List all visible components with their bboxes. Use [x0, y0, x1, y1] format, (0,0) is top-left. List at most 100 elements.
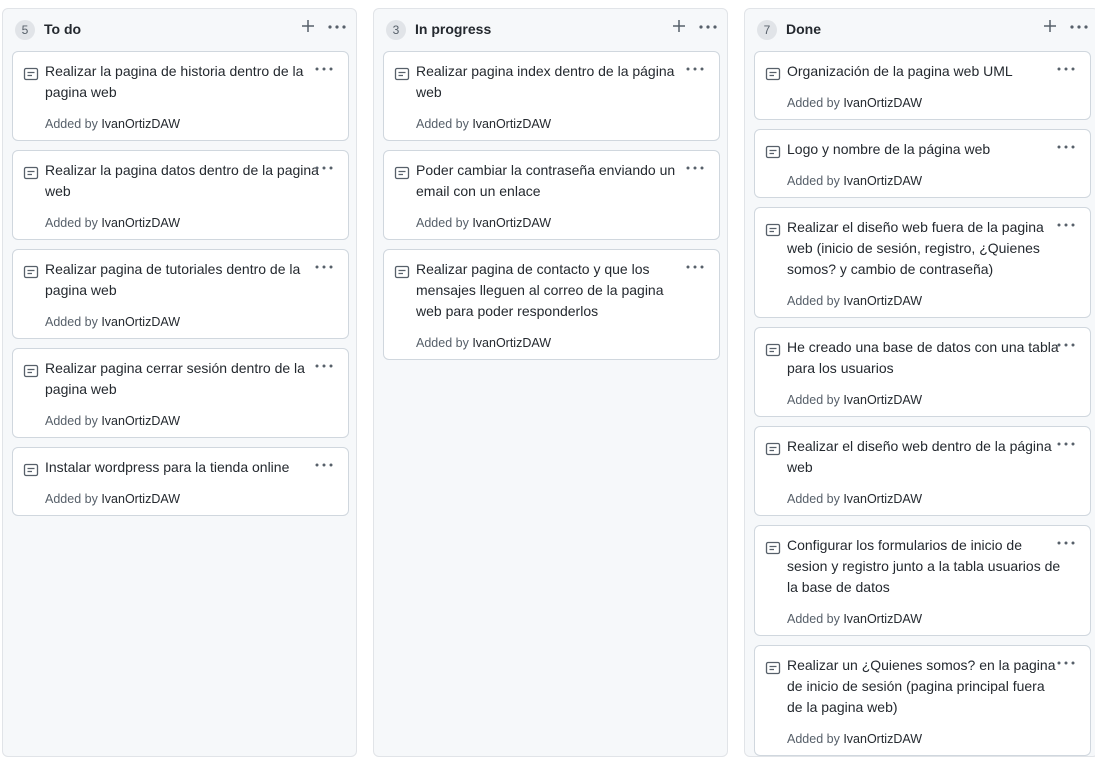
- user-link[interactable]: IvanOrtizDAW: [472, 336, 551, 350]
- added-by-text: Added by IvanOrtizDAW: [45, 414, 180, 428]
- note-icon: [394, 166, 410, 180]
- card[interactable]: Logo y nombre de la página web Added by …: [754, 129, 1091, 198]
- added-by-text: Added by IvanOrtizDAW: [416, 216, 551, 230]
- card-title: Realizar el diseño web fuera de la pagin…: [787, 219, 1044, 277]
- user-link[interactable]: IvanOrtizDAW: [843, 492, 922, 506]
- kebab-horizontal-icon[interactable]: [327, 20, 347, 34]
- card-count-badge: 7: [757, 20, 777, 40]
- card[interactable]: Realizar pagina de tutoriales dentro de …: [12, 249, 349, 339]
- card-count-badge: 3: [386, 20, 406, 40]
- card[interactable]: Realizar la pagina de historia dentro de…: [12, 51, 349, 141]
- added-by-label: Added by: [787, 612, 840, 626]
- card-title: Realizar pagina de tutoriales dentro de …: [45, 261, 301, 298]
- card[interactable]: Realizar pagina index dentro de la págin…: [383, 51, 720, 141]
- kebab-horizontal-icon[interactable]: [1056, 439, 1076, 449]
- kebab-horizontal-icon[interactable]: [1056, 538, 1076, 548]
- added-by-text: Added by IvanOrtizDAW: [416, 336, 551, 350]
- plus-icon[interactable]: [300, 18, 316, 34]
- card-title: Realizar pagina de contacto y que los me…: [416, 261, 664, 319]
- kebab-horizontal-icon[interactable]: [1056, 142, 1076, 152]
- kebab-horizontal-icon[interactable]: [698, 20, 718, 34]
- added-by-label: Added by: [45, 414, 98, 428]
- added-by-text: Added by IvanOrtizDAW: [45, 117, 180, 131]
- added-by-label: Added by: [787, 492, 840, 506]
- added-by-text: Added by IvanOrtizDAW: [787, 174, 922, 188]
- added-by-label: Added by: [787, 96, 840, 110]
- user-link[interactable]: IvanOrtizDAW: [843, 393, 922, 407]
- user-link[interactable]: IvanOrtizDAW: [843, 612, 922, 626]
- card-title: Realizar la pagina de historia dentro de…: [45, 63, 304, 100]
- note-icon: [394, 67, 410, 81]
- kebab-horizontal-icon[interactable]: [685, 64, 705, 74]
- note-icon: [765, 661, 781, 675]
- card[interactable]: Realizar la pagina datos dentro de la pa…: [12, 150, 349, 240]
- added-by-text: Added by IvanOrtizDAW: [787, 612, 922, 626]
- added-by-text: Added by IvanOrtizDAW: [787, 294, 922, 308]
- kebab-horizontal-icon[interactable]: [314, 163, 334, 173]
- card[interactable]: Configurar los formularios de inicio de …: [754, 525, 1091, 636]
- user-link[interactable]: IvanOrtizDAW: [101, 414, 180, 428]
- note-icon: [765, 343, 781, 357]
- user-link[interactable]: IvanOrtizDAW: [101, 492, 180, 506]
- plus-icon[interactable]: [671, 18, 687, 34]
- column-header: 5 To do: [3, 9, 356, 49]
- added-by-text: Added by IvanOrtizDAW: [787, 96, 922, 110]
- user-link[interactable]: IvanOrtizDAW: [472, 117, 551, 131]
- kebab-horizontal-icon[interactable]: [685, 163, 705, 173]
- kebab-horizontal-icon[interactable]: [1056, 64, 1076, 74]
- note-icon: [765, 145, 781, 159]
- kebab-horizontal-icon[interactable]: [314, 262, 334, 272]
- card[interactable]: Realizar el diseño web dentro de la pági…: [754, 426, 1091, 516]
- kebab-horizontal-icon[interactable]: [1069, 20, 1089, 34]
- user-link[interactable]: IvanOrtizDAW: [843, 174, 922, 188]
- kebab-horizontal-icon[interactable]: [1056, 658, 1076, 668]
- kebab-horizontal-icon[interactable]: [1056, 220, 1076, 230]
- user-link[interactable]: IvanOrtizDAW: [843, 732, 922, 746]
- plus-icon[interactable]: [1042, 18, 1058, 34]
- card[interactable]: Organización de la pagina web UML Added …: [754, 51, 1091, 120]
- added-by-text: Added by IvanOrtizDAW: [45, 492, 180, 506]
- card[interactable]: Realizar el diseño web fuera de la pagin…: [754, 207, 1091, 318]
- card-title: Configurar los formularios de inicio de …: [787, 537, 1061, 595]
- card-title: Poder cambiar la contraseña enviando un …: [416, 162, 676, 199]
- added-by-label: Added by: [787, 393, 840, 407]
- note-icon: [23, 166, 39, 180]
- added-by-label: Added by: [416, 216, 469, 230]
- card[interactable]: He creado una base de datos con una tabl…: [754, 327, 1091, 417]
- card[interactable]: Realizar pagina de contacto y que los me…: [383, 249, 720, 360]
- kebab-horizontal-icon[interactable]: [314, 64, 334, 74]
- note-icon: [765, 442, 781, 456]
- user-link[interactable]: IvanOrtizDAW: [843, 294, 922, 308]
- added-by-text: Added by IvanOrtizDAW: [416, 117, 551, 131]
- note-icon: [394, 265, 410, 279]
- card[interactable]: Instalar wordpress para la tienda online…: [12, 447, 349, 516]
- card-title: Realizar la pagina datos dentro de la pa…: [45, 162, 319, 199]
- added-by-text: Added by IvanOrtizDAW: [45, 216, 180, 230]
- column-title: To do: [44, 21, 82, 37]
- column-in-progress: 3 In progress Realizar pagina index dent…: [373, 8, 728, 757]
- column-todo: 5 To do Realizar la pagina de historia d…: [2, 8, 357, 757]
- added-by-label: Added by: [787, 174, 840, 188]
- kebab-horizontal-icon[interactable]: [1056, 340, 1076, 350]
- user-link[interactable]: IvanOrtizDAW: [101, 117, 180, 131]
- user-link[interactable]: IvanOrtizDAW: [101, 315, 180, 329]
- added-by-text: Added by IvanOrtizDAW: [787, 393, 922, 407]
- user-link[interactable]: IvanOrtizDAW: [101, 216, 180, 230]
- card[interactable]: Realizar un ¿Quienes somos? en la pagina…: [754, 645, 1091, 756]
- added-by-label: Added by: [787, 732, 840, 746]
- note-icon: [23, 67, 39, 81]
- added-by-label: Added by: [416, 336, 469, 350]
- kebab-horizontal-icon[interactable]: [685, 262, 705, 272]
- kebab-horizontal-icon[interactable]: [314, 460, 334, 470]
- note-icon: [765, 223, 781, 237]
- added-by-text: Added by IvanOrtizDAW: [45, 315, 180, 329]
- user-link[interactable]: IvanOrtizDAW: [472, 216, 551, 230]
- user-link[interactable]: IvanOrtizDAW: [843, 96, 922, 110]
- card[interactable]: Realizar pagina cerrar sesión dentro de …: [12, 348, 349, 438]
- card[interactable]: Poder cambiar la contraseña enviando un …: [383, 150, 720, 240]
- kebab-horizontal-icon[interactable]: [314, 361, 334, 371]
- note-icon: [23, 265, 39, 279]
- note-icon: [765, 541, 781, 555]
- card-title: Logo y nombre de la página web: [787, 141, 991, 157]
- added-by-label: Added by: [45, 315, 98, 329]
